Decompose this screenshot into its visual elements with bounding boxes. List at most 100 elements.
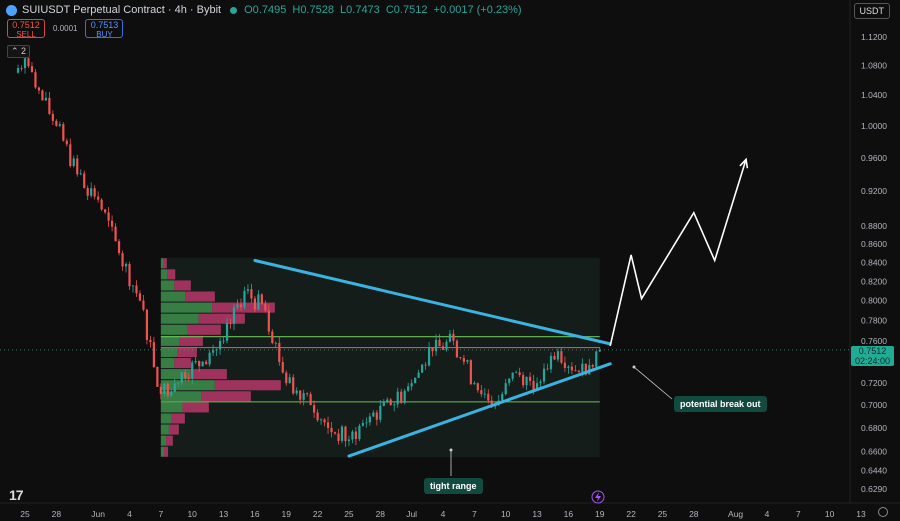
open-value: O0.7495 [244, 4, 287, 16]
candle-body [487, 393, 490, 401]
candle-body [563, 362, 567, 368]
x-tick-label: 25 [20, 509, 30, 519]
settings-icon[interactable] [878, 507, 888, 517]
candle-body [528, 376, 532, 381]
candle-body [177, 382, 180, 384]
volume-profile-bar-down [190, 369, 227, 380]
candle-body [525, 376, 528, 386]
y-tick-label: 0.9600 [861, 153, 887, 163]
candle-body [246, 289, 250, 291]
y-tick-label: 0.9200 [861, 186, 887, 196]
candle-body [414, 377, 417, 384]
candle-body [504, 383, 507, 395]
candle-body [236, 304, 239, 308]
breakout-annotation[interactable]: potential break out [674, 396, 767, 412]
candle-body [44, 97, 47, 101]
volume-profile-bar-down [185, 291, 215, 302]
candle-body [379, 405, 382, 420]
y-tick-label: 0.8400 [861, 257, 887, 267]
candle-body [93, 188, 96, 197]
candle-body [257, 294, 260, 310]
candle-body [595, 351, 598, 367]
candle-body [51, 113, 54, 121]
spread-value: 0.0001 [53, 24, 78, 33]
candle-body [218, 341, 222, 350]
candle-body [138, 293, 142, 301]
x-tick-label: 4 [765, 509, 770, 519]
candle-body [337, 433, 340, 441]
candle-body [58, 124, 61, 126]
symbol-title[interactable]: SUIUSDT Perpetual Contract · 4h · Bybit [22, 4, 221, 16]
candle-body [591, 365, 594, 367]
candle-body [532, 380, 535, 390]
candle-body [267, 310, 270, 332]
candle-body [316, 412, 319, 421]
candle-body [508, 378, 511, 384]
candle-body [83, 173, 86, 189]
candle-body [274, 342, 277, 344]
x-tick-label: 16 [250, 509, 260, 519]
candle-body [542, 368, 546, 382]
candle-body [131, 285, 135, 287]
candle-body [421, 364, 424, 373]
y-tick-label: 0.7000 [861, 400, 887, 410]
breakout-pointer [633, 366, 673, 400]
candle-body [330, 427, 333, 433]
candle-body [476, 383, 479, 391]
y-tick-label: 0.6800 [861, 423, 887, 433]
last-price-label: 0.7512 02:24:00 [851, 346, 894, 366]
y-tick-label: 0.7200 [861, 378, 887, 388]
x-tick-label: 4 [441, 509, 446, 519]
x-tick-label: 10 [825, 509, 835, 519]
candle-body [372, 412, 375, 417]
volume-profile-bar-up [160, 313, 199, 324]
volume-profile-bar-up [160, 413, 172, 424]
range-annotation[interactable]: tight range [424, 478, 483, 494]
y-tick-label: 0.7600 [861, 336, 887, 346]
candle-body [522, 375, 525, 386]
x-tick-label: Aug [728, 509, 743, 519]
candle-body [333, 432, 337, 434]
candle-body [222, 340, 225, 342]
change-value: +0.0017 (+0.23%) [433, 4, 522, 16]
candle-body [365, 422, 368, 424]
sell-button[interactable]: 0.7512 SELL [7, 19, 45, 39]
candle-body [448, 333, 452, 342]
candle-body [62, 124, 65, 141]
sui-logo-icon [6, 4, 17, 16]
candle-body [469, 360, 472, 385]
tradingview-logo-icon[interactable]: 17 [9, 487, 24, 503]
volume-profile-bar-up [160, 324, 188, 335]
candle-body [76, 158, 79, 175]
currency-selector[interactable]: USDT [853, 3, 890, 19]
y-tick-label: 0.7800 [861, 315, 887, 325]
x-tick-label: 13 [856, 509, 866, 519]
candle-body [539, 381, 542, 384]
volume-profile-bar-up [160, 280, 175, 291]
volume-profile-bar-down [198, 313, 245, 324]
breakout-pointer-dot [632, 365, 636, 369]
candle-body [184, 372, 187, 379]
candle-body [159, 386, 162, 395]
candle-body [198, 360, 201, 367]
price-chart[interactable]: 1.1200 1.0800 1.0400 1.0000 0.9600 0.9200 0.88… [0, 0, 900, 521]
candle-body [79, 173, 82, 175]
candle-body [556, 351, 560, 360]
candle-body [27, 58, 30, 67]
buy-button[interactable]: 0.7513 BUY [85, 19, 124, 39]
volume-profile-bar-up [160, 335, 180, 346]
candle-body [37, 87, 41, 91]
candle-body [438, 339, 441, 347]
candle-body [546, 368, 549, 370]
projection-path[interactable] [609, 159, 747, 347]
candle-body [278, 342, 281, 362]
y-tick-label: 0.8600 [861, 239, 887, 249]
candle-body [574, 370, 577, 372]
chart-header: SUIUSDT Perpetual Contract · 4h · Bybit … [6, 4, 525, 16]
x-tick-label: 22 [626, 509, 636, 519]
candle-body [393, 404, 396, 406]
candle-body [340, 426, 344, 441]
indicators-toggle[interactable]: ⌃ 2 [7, 45, 31, 58]
volume-profile-bar-down [177, 346, 197, 357]
candle-body [515, 372, 518, 374]
